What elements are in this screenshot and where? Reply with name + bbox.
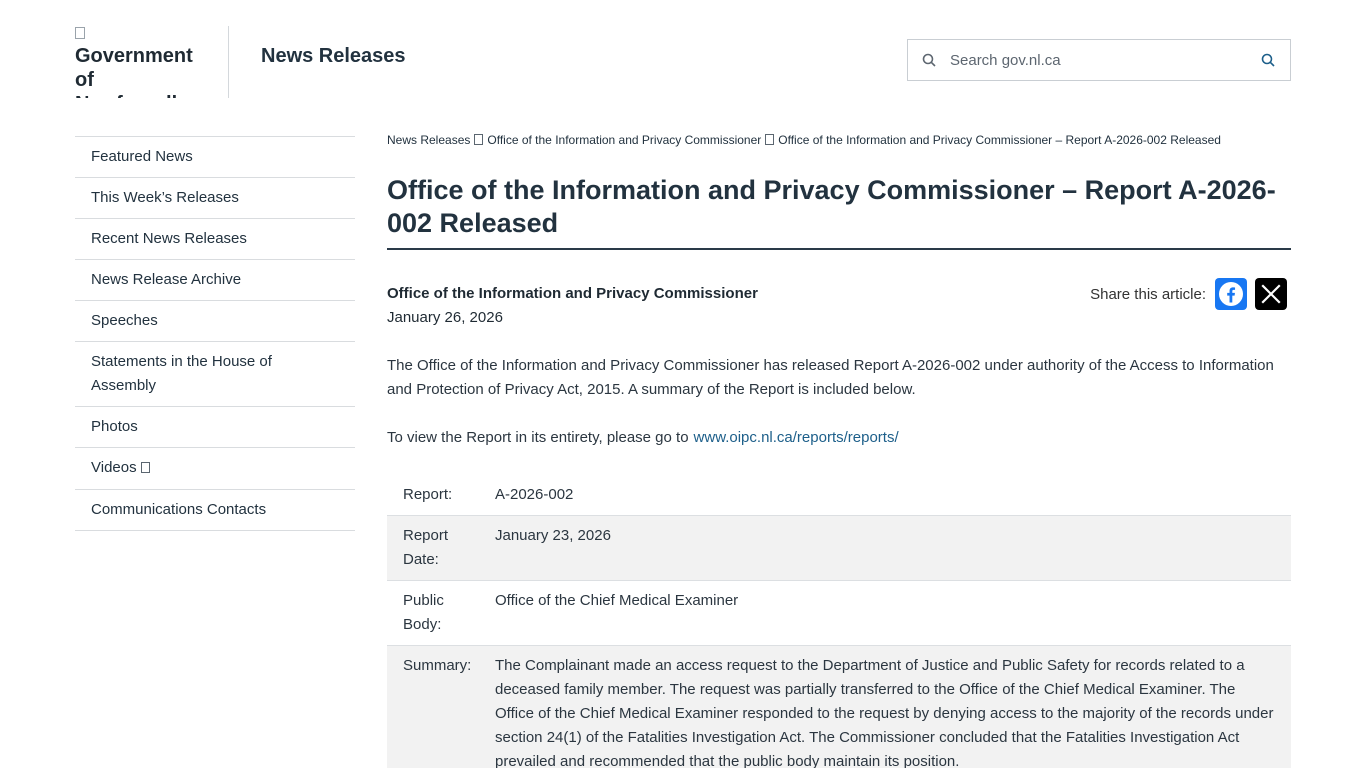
table-key: Summary: (387, 645, 491, 768)
sidebar-nav: Featured News This Week’s Releases Recen… (75, 136, 355, 531)
search-box (907, 39, 1291, 81)
table-value: A-2026-002 (491, 475, 1291, 516)
table-key: Public Body: (387, 580, 491, 646)
share-bar: Share this article: (1090, 278, 1287, 310)
page-title: Office of the Information and Privacy Co… (387, 174, 1291, 250)
table-row: Public Body: Office of the Chief Medical… (387, 580, 1291, 646)
sidebar-item-photos[interactable]: Photos (75, 407, 355, 448)
table-key: Report Date: (387, 515, 491, 581)
search-submit-button[interactable] (1246, 40, 1290, 80)
search-icon (908, 40, 950, 80)
report-link[interactable]: www.oipc.nl.ca/reports/reports/ (694, 429, 899, 446)
broken-image-icon (75, 27, 85, 39)
external-link-icon (140, 457, 150, 481)
search-input[interactable] (950, 41, 1246, 79)
sidebar-item-statements[interactable]: Statements in the House of Assembly (75, 342, 355, 407)
view-report-text: To view the Report in its entirety, plea… (387, 429, 689, 446)
x-share-button[interactable] (1255, 278, 1287, 310)
article-view-report: To view the Report in its entirety, plea… (387, 426, 1291, 450)
facebook-icon (1219, 282, 1243, 306)
site-logo[interactable]: Government of Newfoundland and Labrador (75, 26, 200, 98)
table-row: Report: A-2026-002 (387, 475, 1291, 516)
share-label: Share this article: (1090, 285, 1206, 303)
table-value: Office of the Chief Medical Examiner (491, 580, 1291, 646)
main-content: News Releases Office of the Information a… (387, 130, 1291, 768)
breadcrumb-link-news-releases[interactable]: News Releases (387, 133, 470, 147)
facebook-share-button[interactable] (1215, 278, 1247, 310)
logo-alt-text: Government of Newfoundland and Labrador (75, 45, 200, 98)
breadcrumb-separator-icon (765, 134, 775, 145)
breadcrumb-current: Office of the Information and Privacy Co… (778, 133, 1221, 147)
breadcrumb-separator-icon (474, 134, 484, 145)
sidebar-item-this-weeks-releases[interactable]: This Week’s Releases (75, 178, 355, 219)
sidebar-item-speeches[interactable]: Speeches (75, 301, 355, 342)
table-value: January 23, 2026 (491, 515, 1291, 581)
x-icon (1261, 284, 1281, 304)
table-row: Report Date: January 23, 2026 (387, 515, 1291, 581)
sidebar-item-recent-news-releases[interactable]: Recent News Releases (75, 219, 355, 260)
table-key: Report: (387, 475, 491, 516)
sidebar-item-label: Videos (91, 459, 137, 476)
table-row: Summary: The Complainant made an access … (387, 645, 1291, 768)
breadcrumb: News Releases Office of the Information a… (387, 130, 1291, 150)
sidebar-item-videos[interactable]: Videos (75, 448, 355, 490)
search-submit-icon (1261, 53, 1275, 67)
breadcrumb-link-oipc[interactable]: Office of the Information and Privacy Co… (487, 133, 761, 147)
table-value: The Complainant made an access request t… (491, 645, 1291, 768)
sidebar-item-news-release-archive[interactable]: News Release Archive (75, 260, 355, 301)
report-table: Report: A-2026-002 Report Date: January … (387, 475, 1291, 768)
site-title[interactable]: News Releases (261, 45, 406, 68)
article-intro: The Office of the Information and Privac… (387, 357, 1274, 398)
header-divider (228, 26, 229, 98)
article-meta: Office of the Information and Privacy Co… (387, 278, 1291, 332)
sidebar-item-featured-news[interactable]: Featured News (75, 137, 355, 178)
sidebar-item-communications-contacts[interactable]: Communications Contacts (75, 490, 355, 531)
